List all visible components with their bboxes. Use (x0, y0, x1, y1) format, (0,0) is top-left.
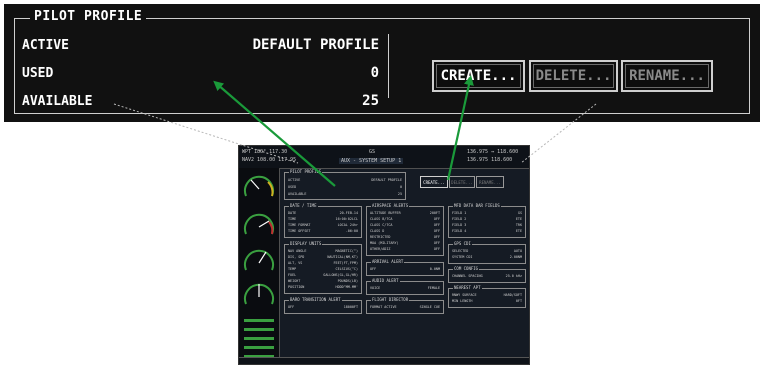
leader-line-left (113, 103, 299, 164)
callout-overlay (113, 75, 597, 187)
arrow-to-active-profile (213, 80, 336, 187)
arrow-to-create-button (446, 75, 474, 181)
leader-line-right (520, 103, 597, 164)
